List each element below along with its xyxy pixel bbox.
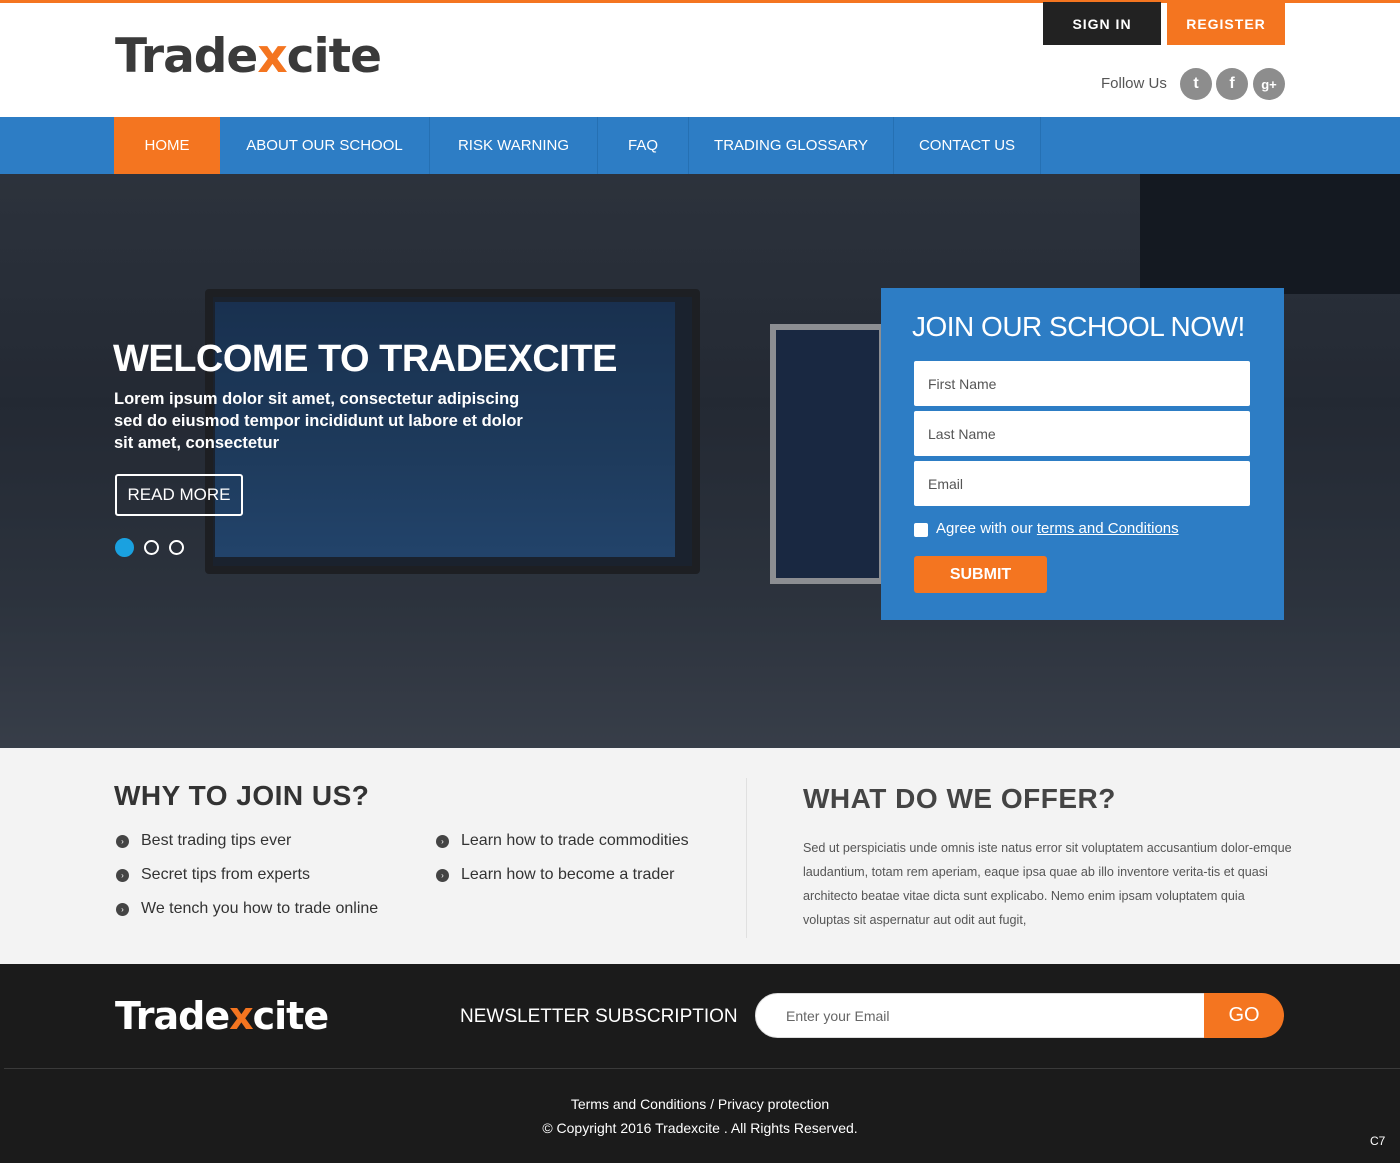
list-item-text: We tench you how to trade online: [141, 900, 379, 917]
info-section: WHY TO JOIN US? › Best trading tips ever …: [0, 748, 1400, 964]
sign-in-button[interactable]: SIGN IN: [1043, 2, 1161, 45]
chevron-right-icon: ›: [116, 834, 129, 848]
newsletter-go-button[interactable]: GO: [1204, 993, 1284, 1038]
google-plus-icon[interactable]: g+: [1253, 68, 1285, 100]
last-name-field[interactable]: Last Name: [914, 411, 1250, 456]
slider-dot-1[interactable]: [115, 538, 134, 557]
site-footer: Tradexcite NEWSLETTER SUBSCRIPTION Enter…: [0, 964, 1400, 1163]
submit-button[interactable]: SUBMIT: [914, 556, 1047, 593]
chevron-right-icon: ›: [436, 868, 449, 882]
main-nav: HOME ABOUT OUR SCHOOL RISK WARNING FAQ T…: [0, 117, 1400, 174]
logo-x: x: [257, 29, 287, 84]
agree-label: Agree with our terms and Conditions: [936, 520, 1179, 537]
terms-link[interactable]: terms and Conditions: [1037, 520, 1179, 537]
offer-text: Sed ut perspiciatis unde omnis iste natu…: [803, 841, 1292, 927]
list-item: › Secret tips from experts: [116, 866, 310, 884]
section-divider: [746, 778, 747, 938]
footer-logo[interactable]: Tradexcite: [115, 994, 329, 1038]
footer-links[interactable]: Terms and Conditions / Privacy protectio…: [0, 1096, 1400, 1112]
logo[interactable]: Tradexcite: [115, 33, 382, 80]
corner-badge: C7: [1370, 1134, 1386, 1148]
hero-banner: WELCOME TO TRADEXCITE Lorem ipsum dolor …: [0, 174, 1400, 748]
list-item: › We tench you how to trade online: [116, 900, 378, 918]
logo-text-end: cite: [286, 29, 382, 84]
slider-dot-3[interactable]: [169, 540, 184, 555]
footer-logo-text: Trade: [115, 994, 230, 1038]
nav-about[interactable]: ABOUT OUR SCHOOL: [220, 117, 430, 174]
chevron-right-icon: ›: [116, 868, 129, 882]
agree-text: Agree with our: [936, 520, 1037, 537]
list-item-text: Best trading tips ever: [141, 832, 292, 849]
why-title: WHY TO JOIN US?: [114, 780, 370, 811]
agree-checkbox[interactable]: [914, 523, 928, 537]
list-item: › Learn how to trade commodities: [436, 832, 689, 850]
nav-home[interactable]: HOME: [114, 117, 220, 174]
newsletter-email-input[interactable]: Enter your Email: [755, 993, 1205, 1038]
nav-contact[interactable]: CONTACT US: [894, 117, 1041, 174]
follow-us-label: Follow Us: [1101, 75, 1167, 92]
site-header: Tradexcite SIGN IN REGISTER Follow Us t …: [0, 2, 1400, 117]
logo-text: Trade: [115, 29, 258, 84]
nav-risk-warning[interactable]: RISK WARNING: [430, 117, 598, 174]
read-more-button[interactable]: READ MORE: [115, 474, 243, 516]
list-item-text: Secret tips from experts: [141, 866, 310, 883]
footer-logo-x: x: [229, 994, 253, 1038]
list-item: › Learn how to become a trader: [436, 866, 674, 884]
first-name-field[interactable]: First Name: [914, 361, 1250, 406]
nav-glossary[interactable]: TRADING GLOSSARY: [689, 117, 894, 174]
join-title: JOIN OUR SCHOOL NOW!: [912, 311, 1245, 342]
register-button[interactable]: REGISTER: [1167, 2, 1285, 45]
hero-title: WELCOME TO TRADEXCITE: [113, 338, 617, 380]
slider-dot-2[interactable]: [144, 540, 159, 555]
twitter-icon[interactable]: t: [1180, 68, 1212, 100]
offer-title: WHAT DO WE OFFER?: [803, 783, 1116, 814]
footer-divider: [4, 1068, 1400, 1069]
list-item-text: Learn how to trade commodities: [461, 832, 689, 849]
newsletter-label: NEWSLETTER SUBSCRIPTION: [460, 1006, 738, 1027]
facebook-icon[interactable]: f: [1216, 68, 1248, 100]
list-item: › Best trading tips ever: [116, 832, 291, 850]
email-field[interactable]: Email: [914, 461, 1250, 506]
hero-text: Lorem ipsum dolor sit amet, consectetur …: [114, 390, 523, 452]
chevron-right-icon: ›: [116, 902, 129, 916]
nav-faq[interactable]: FAQ: [598, 117, 689, 174]
copyright: © Copyright 2016 Tradexcite . All Rights…: [542, 1120, 858, 1136]
chevron-right-icon: ›: [436, 834, 449, 848]
join-form: JOIN OUR SCHOOL NOW! First Name Last Nam…: [881, 288, 1284, 620]
list-item-text: Learn how to become a trader: [461, 866, 675, 883]
footer-logo-text-end: cite: [252, 994, 329, 1038]
